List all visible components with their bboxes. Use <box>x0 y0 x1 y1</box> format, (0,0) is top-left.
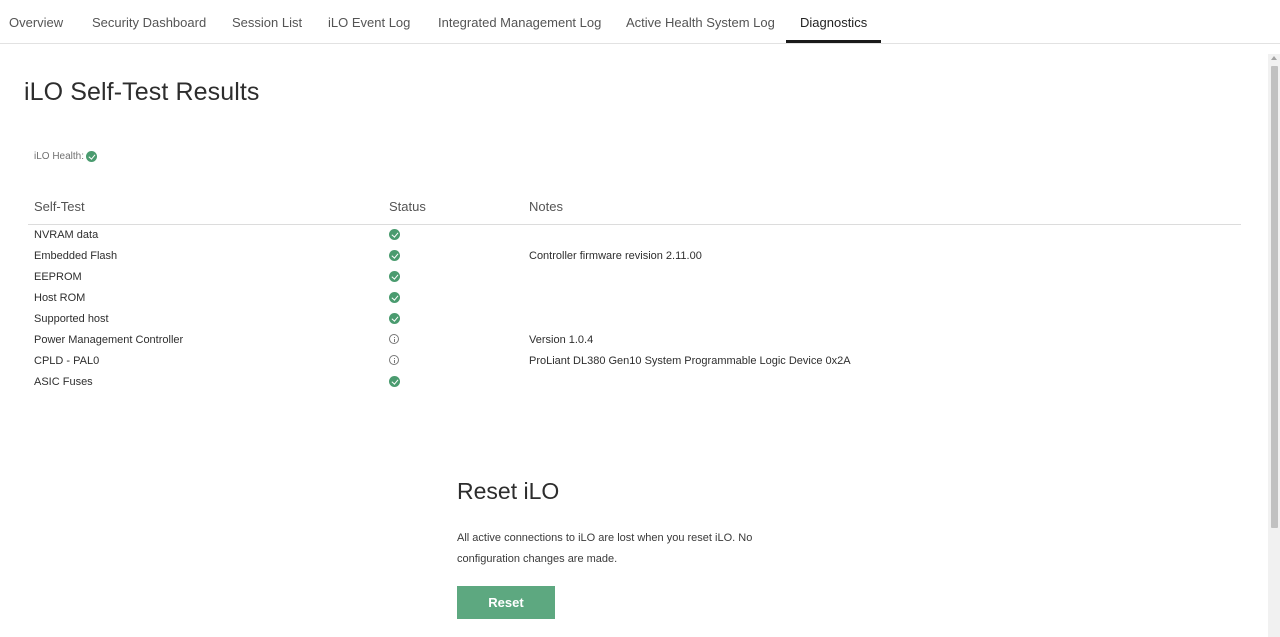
self-test-name: EEPROM <box>34 271 82 283</box>
self-test-name: Host ROM <box>34 292 86 304</box>
self-test-table-header: Self-Test Status Notes <box>28 188 1241 225</box>
table-row: Embedded Flash Controller firmware revis… <box>0 246 1241 267</box>
notes-cell: Version 1.0.4 <box>529 334 594 346</box>
page-title: iLO Self-Test Results <box>24 78 260 106</box>
tab-security-dashboard[interactable]: Security Dashboard <box>92 0 206 44</box>
info-icon <box>389 355 399 365</box>
scroll-up-arrow-icon[interactable] <box>1271 56 1277 60</box>
self-test-name: ASIC Fuses <box>34 376 93 388</box>
status-cell <box>389 355 399 368</box>
column-header-status: Status <box>389 199 426 214</box>
ilo-health: iLO Health: <box>34 151 98 162</box>
table-row: ASIC Fuses <box>0 372 1241 393</box>
reset-ilo-title: Reset iLO <box>457 478 560 504</box>
check-circle-icon <box>86 151 98 162</box>
check-circle-icon <box>389 313 400 324</box>
table-row: NVRAM data <box>0 225 1241 246</box>
check-circle-icon <box>389 250 400 261</box>
self-test-name: Embedded Flash <box>34 250 118 262</box>
scrollbar-thumb[interactable] <box>1271 66 1278 528</box>
check-circle-icon <box>389 271 400 282</box>
table-row: Supported host <box>0 309 1241 330</box>
column-header-notes: Notes <box>529 199 563 214</box>
ilo-health-label: iLO Health: <box>34 151 85 162</box>
table-row: CPLD - PAL0 ProLiant DL380 Gen10 System … <box>0 351 1241 372</box>
notes-cell: ProLiant DL380 Gen10 System Programmable… <box>529 355 851 367</box>
column-header-self-test: Self-Test <box>34 199 85 214</box>
self-test-name: Power Management Controller <box>34 334 184 346</box>
status-cell <box>389 292 400 306</box>
check-circle-icon <box>389 229 400 240</box>
tab-overview[interactable]: Overview <box>9 0 63 44</box>
self-test-name: Supported host <box>34 313 109 325</box>
reset-ilo-description: All active connections to iLO are lost w… <box>457 532 753 565</box>
status-cell <box>389 376 400 390</box>
self-test-name: NVRAM data <box>34 229 99 241</box>
table-row: EEPROM <box>0 267 1241 288</box>
status-cell <box>389 229 400 243</box>
tab-session-list[interactable]: Session List <box>232 0 302 44</box>
status-cell <box>389 334 399 347</box>
status-cell <box>389 250 400 264</box>
reset-button[interactable]: Reset <box>457 586 555 619</box>
tab-ilo-event-log[interactable]: iLO Event Log <box>328 0 410 44</box>
tab-integrated-management-log[interactable]: Integrated Management Log <box>438 0 601 44</box>
table-row: Host ROM <box>0 288 1241 309</box>
self-test-name: CPLD - PAL0 <box>34 355 100 367</box>
notes-cell: Controller firmware revision 2.11.00 <box>529 250 702 262</box>
check-circle-icon <box>389 376 400 387</box>
check-circle-icon <box>389 292 400 303</box>
tab-bar: Overview Security Dashboard Session List… <box>0 0 1280 44</box>
tab-diagnostics[interactable]: Diagnostics <box>785 0 882 44</box>
table-row: Power Management Controller Version 1.0.… <box>0 330 1241 351</box>
tab-active-health-system-log[interactable]: Active Health System Log <box>626 0 775 44</box>
status-cell <box>389 313 400 327</box>
vertical-scrollbar[interactable] <box>1268 54 1280 637</box>
status-cell <box>389 271 400 285</box>
info-icon <box>389 334 399 344</box>
